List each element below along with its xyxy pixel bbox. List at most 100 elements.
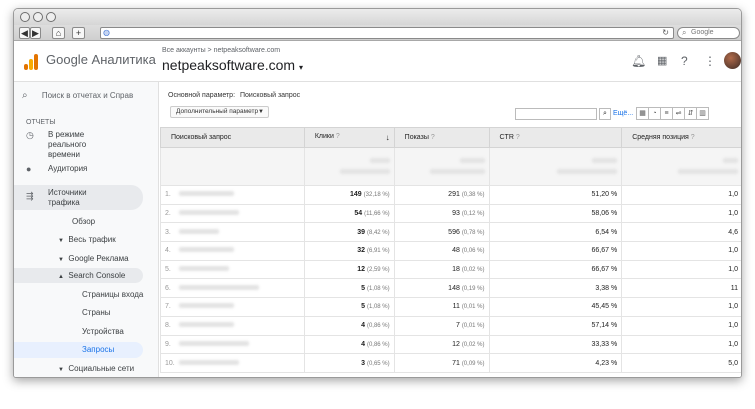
table-filter-input[interactable] [515, 108, 597, 120]
query-cell[interactable]: 8. [160, 315, 305, 336]
totals-position-redacted [621, 147, 741, 186]
avg-position-cell: 1,0 [621, 297, 741, 317]
avg-position-cell: 1,0 [621, 315, 741, 336]
sidebar: ⌕ Поиск в отчетах и Справ ОТЧЕТЫ ◷ В реж… [14, 82, 159, 377]
sidebar-item-landing-pages[interactable]: Страницы входа [82, 290, 143, 299]
sidebar-item-audience[interactable]: ● Аудитория [14, 164, 143, 176]
ctr-cell: 33,33 % [488, 334, 623, 355]
impressions-cell: 93 (0,12 %) [393, 203, 490, 224]
redacted-query [179, 303, 234, 309]
expand-icon: ▼ [58, 367, 64, 373]
avg-position-cell: 5,0 [621, 353, 741, 373]
column-header-avg-position[interactable]: Средняя позиция ? [621, 127, 741, 148]
home-icon[interactable]: ⌂ [52, 27, 65, 39]
query-cell[interactable]: 7. [160, 297, 305, 317]
app-header: Google Аналитика Все аккаунты > netpeaks… [14, 42, 741, 82]
forward-icon[interactable]: ▶ [30, 27, 41, 39]
impressions-cell: 596 (0,78 %) [393, 222, 490, 243]
column-header-impressions[interactable]: Показы ? [393, 127, 490, 148]
browser-search-field[interactable]: ⌕ Google [677, 27, 740, 39]
more-vert-icon[interactable]: ⋮ [704, 54, 716, 68]
collapse-icon: ▲ [58, 274, 64, 280]
sidebar-item-devices[interactable]: Устройства [82, 327, 124, 336]
ctr-cell: 3,38 % [488, 278, 623, 299]
query-cell[interactable]: 2. [160, 203, 305, 224]
sort-desc-icon: ↓ [385, 133, 390, 142]
breadcrumb[interactable]: Все аккаунты > netpeaksoftware.com [162, 47, 280, 54]
secondary-dimension-dropdown[interactable]: Дополнительный параметр ▼ [170, 106, 269, 118]
sidebar-item-overview[interactable]: Обзор [72, 217, 95, 226]
analytics-app: Google Аналитика Все аккаунты > netpeaks… [14, 42, 741, 377]
table-row[interactable]: 9. 4 (0,86 %) 12 (0,02 %) 33,33 % 1,0 [160, 334, 741, 355]
impressions-cell: 12 (0,02 %) [393, 334, 490, 355]
clicks-cell: 54 (11,66 %) [303, 203, 395, 224]
analytics-logo-icon [24, 54, 38, 70]
query-cell[interactable]: 5. [160, 259, 305, 280]
totals-impressions-redacted [393, 147, 490, 186]
ctr-cell: 4,23 % [488, 353, 623, 373]
sidebar-item-social[interactable]: ▼ Социальные сети [58, 364, 134, 373]
table-row[interactable]: 4. 32 (6,91 %) 48 (0,06 %) 66,67 % 1,0 [160, 241, 741, 261]
impressions-cell: 18 (0,02 %) [393, 259, 490, 280]
back-icon[interactable]: ◀ [19, 27, 30, 39]
maximize-window-button[interactable] [46, 12, 56, 22]
sidebar-item-countries[interactable]: Страны [82, 308, 111, 317]
avg-position-cell: 1,0 [621, 203, 741, 224]
person-icon: ● [26, 164, 32, 174]
avatar[interactable] [724, 52, 741, 69]
help-icon: ? [515, 134, 520, 141]
query-cell[interactable]: 10. [160, 353, 305, 373]
bell-icon[interactable]: 🔔︎ [631, 54, 646, 68]
column-header-ctr[interactable]: CTR ? [488, 127, 623, 148]
avg-position-cell: 11 [621, 278, 741, 299]
sidebar-item-search-console[interactable]: ▲ Search Console [14, 268, 143, 283]
apps-grid-icon[interactable]: ▦ [657, 54, 667, 67]
table-row[interactable]: 5. 12 (2,59 %) 18 (0,02 %) 66,67 % 1,0 [160, 259, 741, 280]
sidebar-item-acquisition[interactable]: ⇶ Источники трафика [14, 185, 143, 210]
report-table: Поисковый запрос Клики ? ↓ Показы ? CTR ?… [160, 127, 741, 373]
term-cloud-icon[interactable]: ▥ [696, 107, 709, 120]
clicks-cell: 4 (0,86 %) [303, 315, 395, 336]
report-search[interactable]: ⌕ Поиск в отчетах и Справ [22, 90, 133, 101]
new-tab-icon[interactable]: + [72, 27, 85, 39]
redacted-query [179, 247, 234, 253]
query-cell[interactable]: 4. [160, 241, 305, 261]
table-row[interactable]: 3. 39 (8,42 %) 596 (0,78 %) 6,54 % 4,6 [160, 222, 741, 243]
redacted-query [179, 359, 239, 365]
reports-section-label: ОТЧЕТЫ [26, 119, 56, 126]
advanced-filter-link[interactable]: Ещё... [613, 110, 633, 117]
sidebar-item-google-ads[interactable]: ▼ Google Реклама [58, 254, 129, 263]
primary-dimension: Основной параметр: Поисковый запрос [168, 92, 301, 99]
query-cell[interactable]: 9. [160, 334, 305, 355]
table-row[interactable]: 10. 3 (0,65 %) 71 (0,09 %) 4,23 % 5,0 [160, 353, 741, 373]
ctr-cell: 57,14 % [488, 315, 623, 336]
clock-icon: ◷ [26, 130, 34, 140]
query-cell[interactable]: 3. [160, 222, 305, 243]
address-bar[interactable]: ◍ ↻ [100, 27, 674, 39]
table-row[interactable]: 6. 5 (1,08 %) 148 (0,19 %) 3,38 % 11 [160, 278, 741, 299]
sidebar-item-realtime[interactable]: ◷ В режиме реального времени [14, 130, 143, 160]
column-header-query[interactable]: Поисковый запрос [160, 127, 305, 148]
table-row[interactable]: 7. 5 (1,08 %) 11 (0,01 %) 45,45 % 1,0 [160, 297, 741, 317]
minimize-window-button[interactable] [33, 12, 43, 22]
table-row[interactable]: 2. 54 (11,66 %) 93 (0,12 %) 58,06 % 1,0 [160, 203, 741, 224]
close-window-button[interactable] [20, 12, 30, 22]
ctr-cell: 66,67 % [488, 241, 623, 261]
search-icon[interactable]: ⌕ [599, 108, 611, 120]
redacted-query [179, 228, 219, 234]
help-icon[interactable]: ? [681, 54, 688, 68]
query-cell[interactable]: 1. [160, 185, 305, 205]
query-cell[interactable]: 6. [160, 278, 305, 299]
ctr-cell: 66,67 % [488, 259, 623, 280]
table-row[interactable]: 1. 149 (32,18 %) 291 (0,38 %) 51,20 % 1,0 [160, 185, 741, 205]
account-selector[interactable]: netpeaksoftware.com ▾ [162, 57, 303, 73]
column-header-clicks[interactable]: Клики ? ↓ [303, 127, 395, 148]
sidebar-item-queries[interactable]: Запросы [14, 342, 143, 358]
reload-icon[interactable]: ↻ [662, 28, 669, 37]
ctr-cell: 51,20 % [488, 185, 623, 205]
table-row[interactable]: 8. 4 (0,86 %) 7 (0,01 %) 57,14 % 1,0 [160, 315, 741, 336]
browser-toolbar: ◀ ▶ ⌂ + ◍ ↻ ⌕ Google [14, 25, 741, 41]
clicks-cell: 4 (0,86 %) [303, 334, 395, 355]
sidebar-item-all-traffic[interactable]: ▼ Весь трафик [58, 235, 116, 244]
browser-window: ◀ ▶ ⌂ + ◍ ↻ ⌕ Google Google Аналитика Вс… [13, 8, 742, 378]
